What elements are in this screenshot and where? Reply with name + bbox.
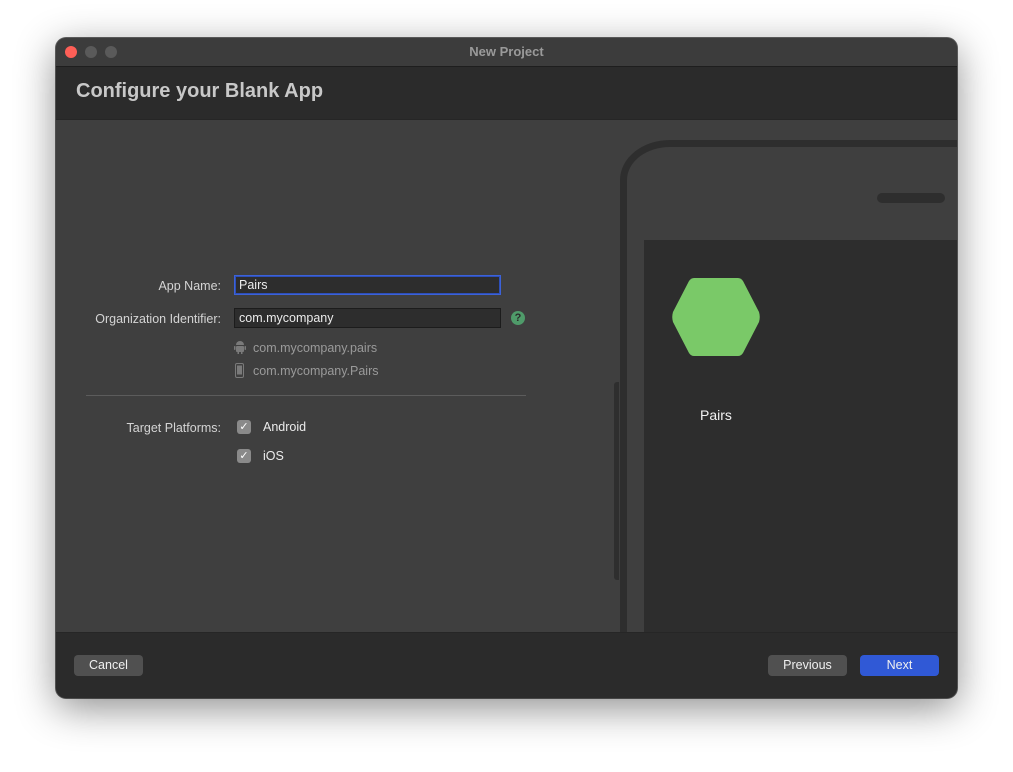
android-icon (234, 341, 246, 354)
phone-side-button (614, 382, 619, 580)
org-id-label: Organization Identifier: (95, 312, 221, 326)
iphone-icon (235, 363, 244, 378)
android-checkbox-label[interactable]: Android (263, 420, 306, 434)
title-bar: New Project (56, 38, 957, 67)
app-name-label: App Name: (158, 279, 221, 293)
org-id-input[interactable] (234, 308, 501, 328)
help-icon[interactable]: ? (511, 311, 525, 325)
app-icon (672, 278, 760, 356)
cancel-button[interactable]: Cancel (74, 655, 143, 676)
ios-checkbox-label[interactable]: iOS (263, 449, 284, 463)
section-divider (86, 395, 526, 396)
window-title: New Project (469, 44, 544, 59)
phone-speaker (877, 193, 945, 203)
footer-bar: Cancel Previous Next (56, 632, 957, 698)
previous-button[interactable]: Previous (768, 655, 847, 676)
android-checkbox[interactable]: ✓ (237, 420, 251, 434)
new-project-window: New Project Configure your Blank App App… (56, 38, 957, 698)
next-button[interactable]: Next (860, 655, 939, 676)
target-platforms-label: Target Platforms: (126, 421, 221, 435)
android-bundle-id: com.mycompany.pairs (253, 341, 378, 355)
ios-bundle-id: com.mycompany.Pairs (253, 364, 379, 378)
app-name-input[interactable] (234, 275, 501, 295)
ios-checkbox[interactable]: ✓ (237, 449, 251, 463)
page-title: Configure your Blank App (76, 80, 324, 102)
app-icon-label: Pairs (700, 407, 732, 423)
content-area: App Name: Organization Identifier: ? com… (56, 120, 957, 632)
page-header: Configure your Blank App (56, 67, 957, 120)
